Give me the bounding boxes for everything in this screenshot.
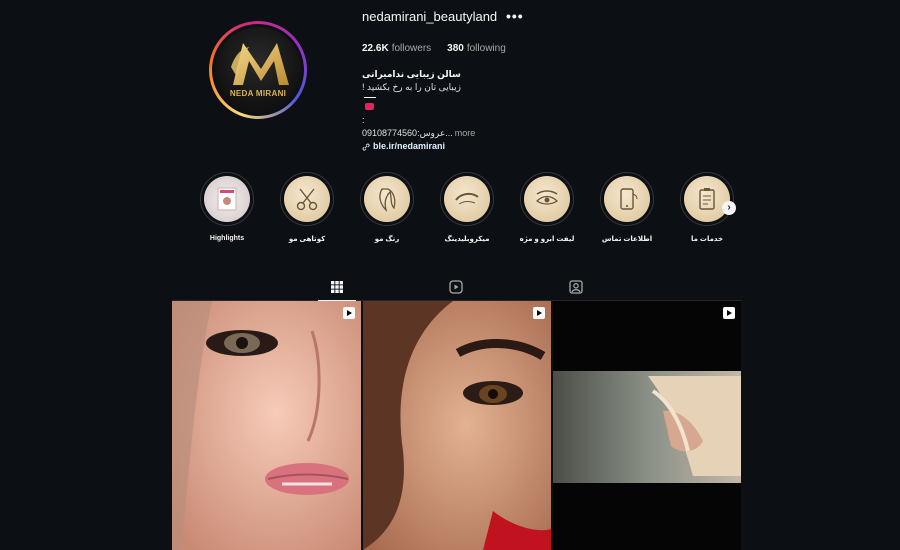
bride-photo-icon (204, 176, 250, 222)
profile-avatar[interactable]: NEDA MIRANI (209, 21, 307, 119)
highlight-item[interactable]: اطلاعات تماس (597, 172, 657, 243)
highlight-item[interactable]: لیفت ابرو و مژه (517, 172, 577, 243)
scissors-icon (284, 176, 330, 222)
highlight-item[interactable]: کوتاهی مو (277, 172, 337, 243)
profile-page: NEDA MIRANI nedamirani_beautyland ••• 22… (0, 0, 900, 550)
reel-icon (723, 307, 735, 319)
post-image-face (363, 301, 551, 550)
more-options-icon[interactable]: ••• (506, 8, 524, 24)
clipboard-icon (684, 176, 730, 222)
bio-tagline: زیبایی تان را به رخ بکشید ! (362, 82, 461, 92)
post-image-face (172, 301, 361, 550)
eyebrow-icon (444, 176, 490, 222)
logo-m-icon (231, 43, 289, 85)
highlight-item[interactable]: رنگ مو (357, 172, 417, 243)
story-highlights: Highlights کوتاهی مو رنگ مو میکروبلیدینگ… (197, 172, 742, 243)
post-tile[interactable] (363, 301, 551, 550)
link-icon (362, 143, 370, 151)
phone-icon (604, 176, 650, 222)
hair-icon (364, 176, 410, 222)
bio-divider (364, 97, 376, 98)
reels-tab-icon[interactable] (448, 279, 464, 295)
bio-more-link[interactable]: more (455, 128, 476, 138)
bio-phone-line: عروس:09108774560... more (362, 128, 476, 138)
grid-tab-icon[interactable] (329, 279, 345, 295)
post-tile[interactable] (553, 301, 741, 550)
eye-lash-icon (524, 176, 570, 222)
highlight-item[interactable]: میکروبلیدینگ (437, 172, 497, 243)
bio-name: سالن زیبایی ندامیرانی (362, 69, 461, 79)
bio-link[interactable]: ble.ir/nedamirani (362, 140, 522, 153)
flag-icon (365, 103, 374, 110)
following-stat[interactable]: 380 following (447, 43, 506, 54)
logo-text: NEDA MIRANI (229, 89, 287, 98)
profile-stats: 22.6K followers 380 following (362, 43, 506, 54)
profile-username: nedamirani_beautyland (362, 9, 498, 24)
tagged-tab-icon[interactable] (568, 279, 584, 295)
highlight-item[interactable]: Highlights (197, 172, 257, 242)
bio-colon: : (362, 115, 365, 125)
bio-badge-row (362, 101, 522, 114)
avatar-logo: NEDA MIRANI (215, 27, 301, 113)
profile-bio: سالن زیبایی ندامیرانی زیبایی تان را به ر… (362, 68, 522, 153)
reel-icon (343, 307, 355, 319)
highlights-next-button[interactable]: › (722, 201, 736, 215)
post-tile[interactable] (172, 301, 361, 550)
reel-icon (533, 307, 545, 319)
followers-stat[interactable]: 22.6K followers (362, 43, 431, 54)
post-image-hair (553, 371, 741, 483)
